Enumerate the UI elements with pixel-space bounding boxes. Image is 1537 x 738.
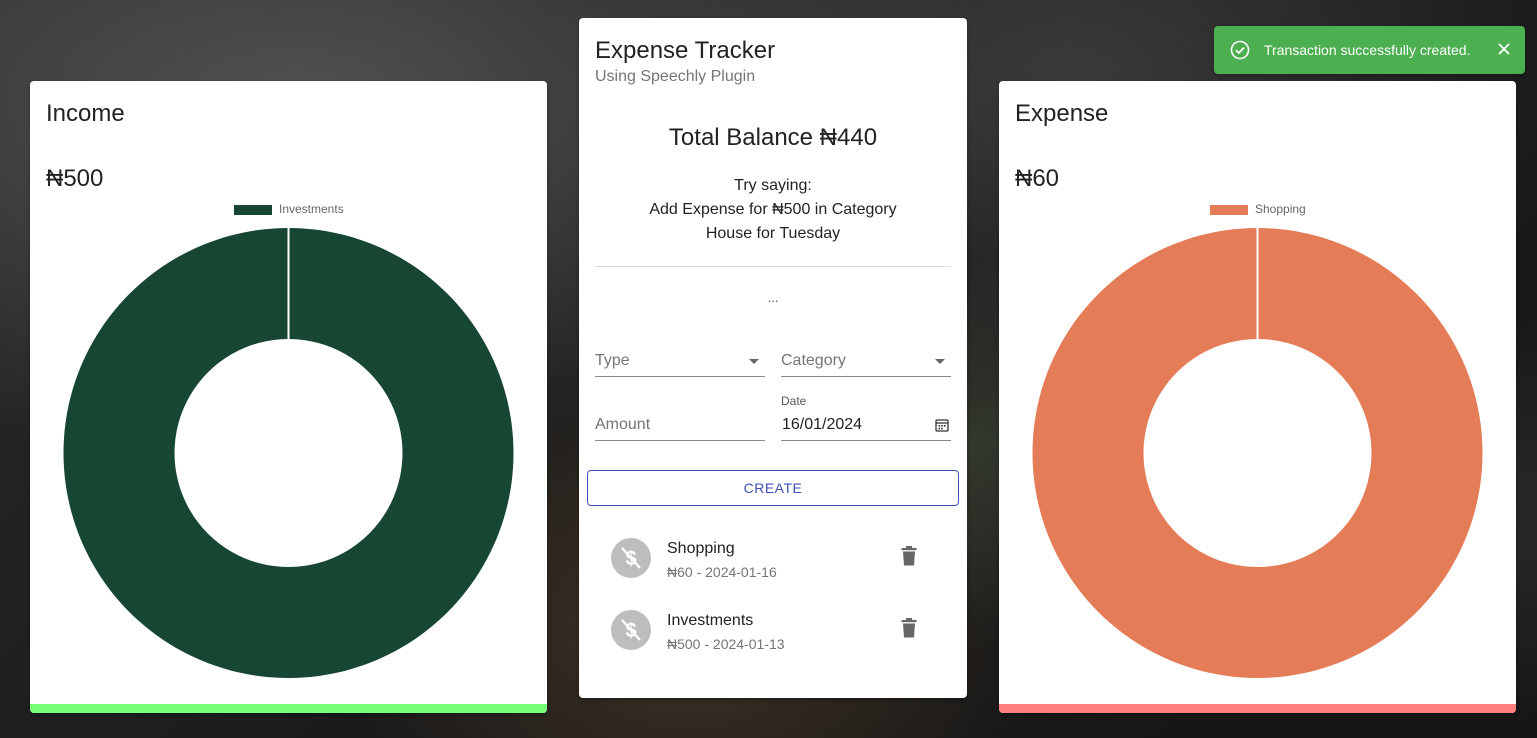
total-balance: Total Balance ₦440 xyxy=(668,124,878,151)
toast-message: Transaction successfully created. xyxy=(1264,42,1471,58)
transaction-item[interactable]: $ Investments ₦500 - 2024-01-13 xyxy=(595,600,951,660)
money-off-icon: $ xyxy=(611,538,651,578)
date-label: Date xyxy=(781,394,807,408)
transaction-item[interactable]: $ Shopping ₦60 - 2024-01-16 xyxy=(595,528,951,588)
hint-line-2: Add Expense for ₦500 in Category xyxy=(649,201,897,218)
type-select[interactable]: Type xyxy=(595,349,765,377)
type-placeholder: Type xyxy=(595,352,630,369)
category-placeholder: Category xyxy=(781,352,846,369)
money-off-icon: $ xyxy=(611,610,651,650)
hint-line-1: Try saying: xyxy=(734,177,812,194)
close-icon[interactable] xyxy=(1497,42,1511,56)
app-subtitle: Using Speechly Plugin xyxy=(595,68,756,85)
expense-tracker-card: Expense Tracker Using Speechly Plugin To… xyxy=(579,18,967,698)
hint-line-3: House for Tuesday xyxy=(705,225,841,242)
income-donut-chart xyxy=(63,228,514,678)
transaction-name: Shopping xyxy=(667,540,735,557)
success-toast: Transaction successfully created. xyxy=(1214,26,1525,74)
amount-placeholder: Amount xyxy=(595,416,651,433)
income-card: Income ₦500 Investments xyxy=(30,81,547,713)
chevron-down-icon xyxy=(935,359,945,364)
app-title: Expense Tracker xyxy=(595,37,776,64)
expense-donut-chart xyxy=(1032,228,1483,678)
trash-icon[interactable] xyxy=(901,546,917,566)
expense-bottom-bar xyxy=(999,704,1516,713)
speech-transcript: ... xyxy=(767,290,779,305)
trash-icon[interactable] xyxy=(901,618,917,638)
create-button[interactable]: CREATE xyxy=(587,470,959,506)
calendar-icon[interactable] xyxy=(935,418,949,432)
date-field[interactable]: 16/01/2024 xyxy=(781,413,951,441)
income-bottom-bar xyxy=(30,704,547,713)
amount-field[interactable]: Amount xyxy=(595,413,765,441)
category-select[interactable]: Category xyxy=(781,349,951,377)
check-circle-icon xyxy=(1230,40,1250,60)
chevron-down-icon xyxy=(749,359,759,364)
transaction-meta: ₦500 - 2024-01-13 xyxy=(667,636,785,652)
transaction-meta: ₦60 - 2024-01-16 xyxy=(667,564,777,580)
divider xyxy=(595,266,951,267)
transaction-name: Investments xyxy=(667,612,754,629)
expense-card: Expense ₦60 Shopping xyxy=(999,81,1516,713)
date-value: 16/01/2024 xyxy=(782,416,863,433)
